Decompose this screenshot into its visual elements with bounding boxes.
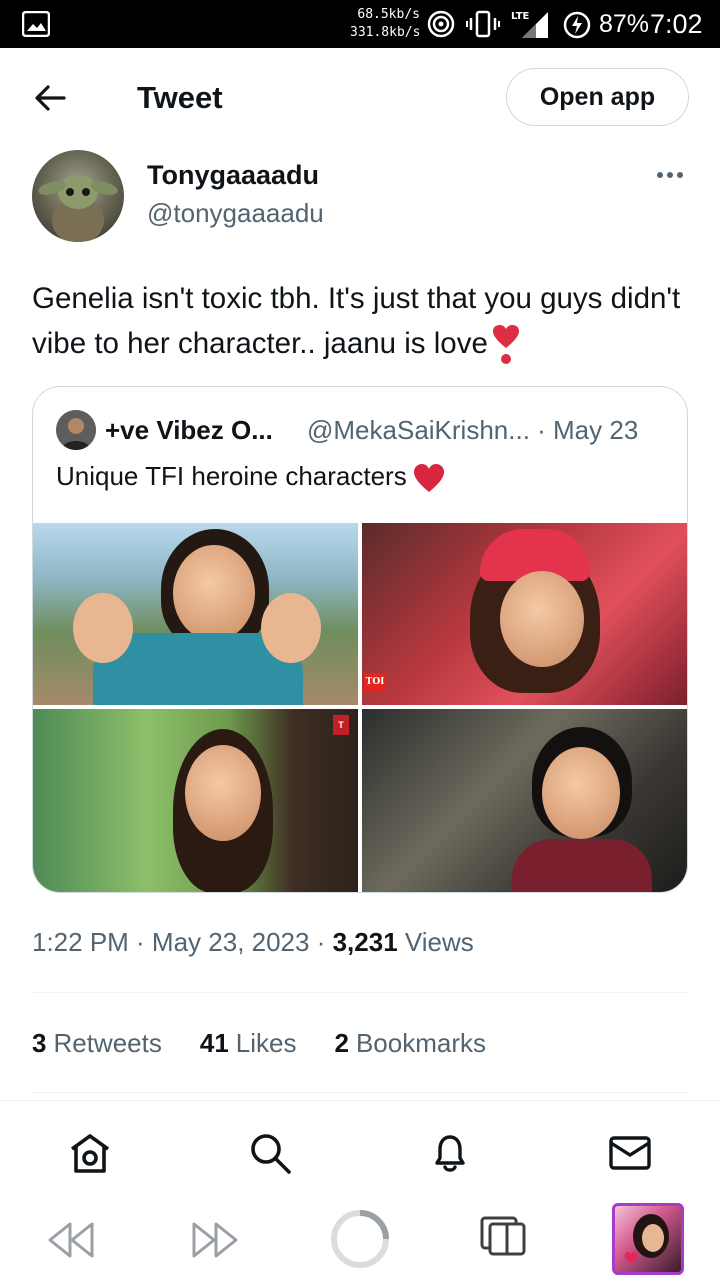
- hotspot-icon: [427, 10, 455, 38]
- rewind-icon[interactable]: [46, 1220, 96, 1260]
- signal-icon: LTE: [511, 11, 548, 38]
- status-icons: LTE: [426, 8, 550, 40]
- views-label: Views: [397, 927, 474, 957]
- bottom-navigation: [0, 1100, 720, 1200]
- tabs-icon[interactable]: [478, 1214, 528, 1258]
- home-icon[interactable]: [66, 1129, 114, 1177]
- profile-thumbnail[interactable]: [612, 1203, 684, 1275]
- clock: 7:02: [650, 9, 703, 39]
- quoted-tweet-body: Unique TFI heroine characters: [56, 461, 407, 491]
- arrow-left-icon[interactable]: [30, 78, 70, 118]
- media-image-1[interactable]: [33, 523, 358, 705]
- bookmarks-stat[interactable]: 2 Bookmarks: [334, 1025, 486, 1061]
- vibrate-icon: [466, 10, 500, 38]
- network-speed: 68.5kb/s 331.8kb/s: [350, 7, 421, 40]
- battery-charging-icon: [563, 11, 591, 39]
- profile-thumbnail-image: [624, 1214, 669, 1264]
- quoted-author-name: +ve Vibez O...: [105, 415, 273, 445]
- quoted-author-avatar: [56, 410, 96, 450]
- divider: [32, 992, 688, 993]
- system-navigation-bar: [0, 1200, 720, 1280]
- media-image-3[interactable]: T: [33, 709, 358, 892]
- author-name[interactable]: Tonygaaaadu: [147, 158, 319, 192]
- battery-percent: 87%: [599, 10, 650, 38]
- quoted-author-meta: @MekaSaiKrishn... · May 23: [307, 415, 639, 445]
- likes-stat[interactable]: 41 Likes: [200, 1025, 297, 1061]
- tweet-meta: 1:22 PM · May 23, 2023 · 3,231 Views: [32, 924, 474, 960]
- author-handle[interactable]: @tonygaaaadu: [147, 196, 324, 230]
- avatar-image: [38, 175, 118, 242]
- tseries-badge: T: [333, 715, 349, 735]
- retweets-stat[interactable]: 3 Retweets: [32, 1025, 162, 1061]
- tweet-body: Genelia isn't toxic tbh. It's just that …: [32, 282, 681, 360]
- app-header: Tweet Open app: [0, 48, 720, 148]
- author-avatar[interactable]: [32, 150, 124, 242]
- status-bar: 68.5kb/s 331.8kb/s LTE 87% 7:02: [0, 0, 720, 48]
- media-image-4[interactable]: [362, 709, 687, 892]
- svg-text:LTE: LTE: [511, 11, 530, 22]
- media-image-2[interactable]: TOI: [362, 523, 687, 705]
- toi-badge: TOI: [364, 673, 386, 691]
- views-count: 3,231: [332, 927, 398, 957]
- heart-exclamation-emoji-icon: [492, 325, 519, 365]
- gallery-icon: [22, 11, 50, 37]
- red-heart-emoji-icon: [413, 464, 444, 493]
- loading-spinner-icon[interactable]: [329, 1208, 391, 1270]
- quoted-tweet-text: Unique TFI heroine characters: [56, 459, 445, 493]
- media-grid: TOI T: [33, 523, 687, 892]
- messages-icon[interactable]: [606, 1129, 654, 1177]
- fast-forward-icon[interactable]: [190, 1220, 240, 1260]
- quoted-tweet-card[interactable]: +ve Vibez O... @MekaSaiKrishn... · May 2…: [32, 386, 688, 893]
- page-title: Tweet: [137, 80, 223, 115]
- tweet-stats: 3 Retweets 41 Likes 2 Bookmarks: [32, 1025, 486, 1061]
- divider: [32, 1092, 688, 1093]
- search-icon[interactable]: [246, 1129, 294, 1177]
- more-options-icon[interactable]: [650, 160, 690, 190]
- notifications-icon[interactable]: [426, 1129, 474, 1177]
- open-app-button[interactable]: Open app: [506, 68, 689, 126]
- tweet-text: Genelia isn't toxic tbh. It's just that …: [32, 276, 692, 366]
- tweet-timestamp: 1:22 PM · May 23, 2023 ·: [32, 927, 333, 957]
